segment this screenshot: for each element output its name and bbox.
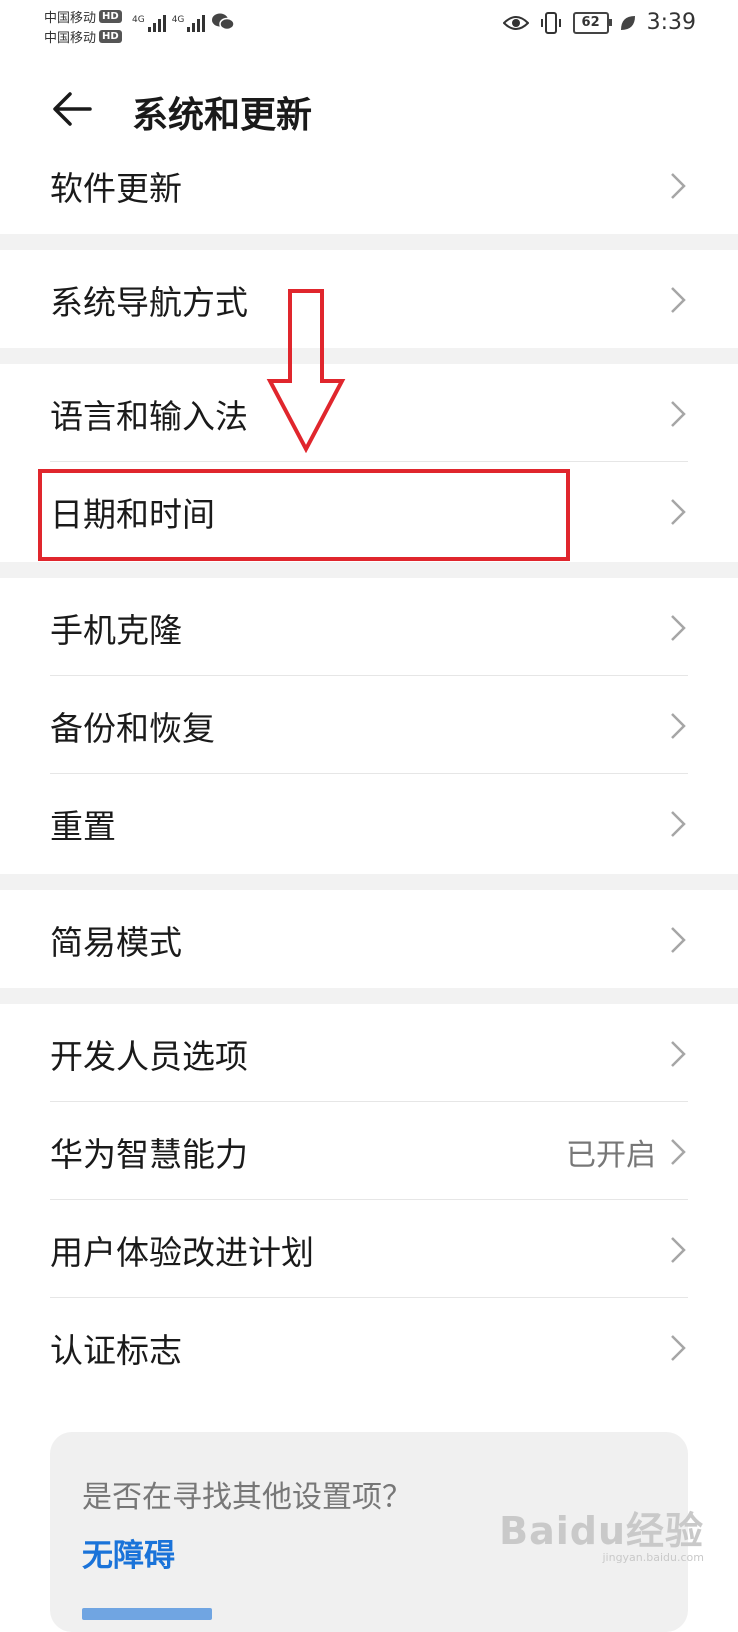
row-backup-restore[interactable]: 备份和恢复 — [0, 678, 738, 774]
row-status-value: 已开启 — [566, 1138, 656, 1173]
wechat-icon — [212, 13, 236, 31]
leaf-icon — [620, 15, 635, 30]
row-label: 手机克隆 — [50, 611, 182, 650]
carrier-2-label: 中国移动 — [44, 30, 97, 46]
row-divider — [50, 675, 688, 676]
row-label: 华为智慧能力 — [50, 1135, 248, 1174]
row-system-navigation[interactable]: 系统导航方式 — [0, 252, 738, 348]
status-right: 62 3:39 — [502, 10, 696, 35]
row-developer-options[interactable]: 开发人员选项 — [0, 1006, 738, 1102]
row-simple-mode[interactable]: 简易模式 — [0, 892, 738, 988]
chevron-right-icon — [671, 287, 686, 313]
section-gap — [0, 562, 738, 578]
annotation-down-arrow-icon — [266, 289, 346, 453]
row-certification-logos[interactable]: 认证标志 — [0, 1300, 738, 1396]
baidu-watermark: Baidu经验 jingyan.baidu.com — [499, 1500, 704, 1564]
accessibility-link[interactable]: 无障碍 — [82, 1530, 175, 1575]
back-arrow-icon[interactable] — [50, 87, 94, 131]
chevron-right-icon — [671, 927, 686, 953]
network-2-label: 4G — [171, 15, 185, 25]
chevron-right-icon — [671, 1041, 686, 1067]
carrier-1-label: 中国移动 — [44, 10, 97, 26]
page-title: 系统和更新 — [132, 95, 313, 136]
row-label: 语言和输入法 — [50, 397, 248, 436]
row-divider — [50, 1199, 688, 1200]
page-header: 系统和更新 — [0, 80, 738, 140]
chevron-right-icon — [671, 173, 686, 199]
row-label: 简易模式 — [50, 923, 182, 962]
row-label: 认证标志 — [50, 1331, 182, 1370]
suggestion-link-2[interactable] — [82, 1590, 212, 1620]
chevron-right-icon — [671, 401, 686, 427]
row-huawei-ai[interactable]: 华为智慧能力 已开启 — [0, 1104, 738, 1200]
annotation-highlight-box — [38, 469, 570, 561]
row-phone-clone[interactable]: 手机克隆 — [0, 580, 738, 676]
hd-badge-2: HD — [99, 29, 122, 43]
row-divider — [50, 1101, 688, 1102]
clock: 3:39 — [646, 10, 696, 35]
signal-indicators: 4G 4G — [132, 12, 236, 32]
row-label: 开发人员选项 — [50, 1037, 248, 1076]
vibrate-icon — [540, 11, 561, 34]
battery-icon: 62 — [572, 11, 612, 34]
row-ux-improvement[interactable]: 用户体验改进计划 — [0, 1202, 738, 1298]
row-label: 用户体验改进计划 — [50, 1233, 314, 1272]
signal-2-icon: 4G — [172, 15, 206, 32]
hd-badge-1: HD — [99, 9, 122, 23]
network-1-label: 4G — [132, 15, 145, 25]
chevron-right-icon — [671, 1237, 686, 1263]
eye-comfort-icon — [502, 15, 529, 30]
status-bar: 中国移动 HD 中国移动 HD 4G 4G 62 3:39 — [0, 0, 738, 50]
section-gap — [0, 874, 738, 890]
carrier-info: 中国移动 HD 中国移动 HD — [44, 6, 122, 46]
section-gap — [0, 234, 738, 250]
chevron-right-icon — [671, 499, 686, 525]
chevron-right-icon — [671, 1139, 686, 1165]
row-label: 备份和恢复 — [50, 709, 215, 748]
chevron-right-icon — [671, 615, 686, 641]
row-label: 系统导航方式 — [50, 283, 248, 322]
section-gap — [0, 348, 738, 364]
suggestion-question: 是否在寻找其他设置项？ — [82, 1480, 412, 1515]
row-label: 软件更新 — [50, 169, 182, 208]
row-software-update[interactable]: 软件更新 — [0, 138, 738, 234]
signal-1-icon: 4G — [132, 15, 166, 32]
chevron-right-icon — [671, 811, 686, 837]
section-gap — [0, 988, 738, 1004]
chevron-right-icon — [671, 1335, 686, 1361]
chevron-right-icon — [671, 713, 686, 739]
row-divider — [50, 461, 688, 462]
row-divider — [50, 1297, 688, 1298]
row-divider — [50, 773, 688, 774]
row-language-input[interactable]: 语言和输入法 — [0, 366, 738, 462]
row-reset[interactable]: 重置 — [0, 776, 738, 872]
watermark-logo: Baidu经验 — [499, 1509, 704, 1553]
row-label: 重置 — [50, 807, 116, 846]
